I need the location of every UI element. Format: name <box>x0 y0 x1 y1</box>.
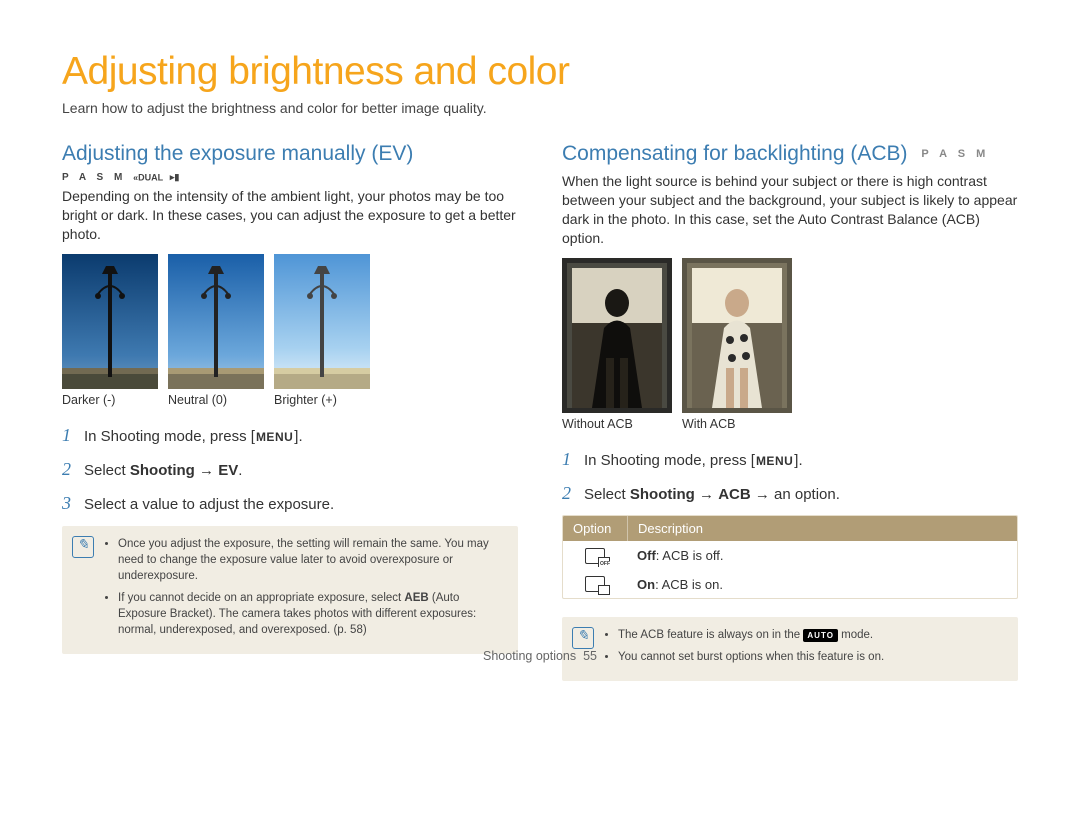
ev-note: ✎ Once you adjust the exposure, the sett… <box>62 526 518 655</box>
note-item: The ACB feature is always on in the AUTO… <box>618 627 884 643</box>
column-acb: Compensating for backlighting (ACB) P A … <box>562 142 1018 681</box>
cell-desc: On: ACB is on. <box>627 571 1017 598</box>
step-text: In Shooting mode, press [MENU]. <box>584 451 803 471</box>
acb-off-icon <box>585 548 605 564</box>
column-ev: Adjusting the exposure manually (EV) P A… <box>62 142 518 681</box>
step-text: Select Shooting → EV. <box>84 461 242 481</box>
acb-image-without: Without ACB <box>562 258 672 431</box>
ev-step-3: 3 Select a value to adjust the exposure. <box>62 491 518 515</box>
caption-neutral: Neutral (0) <box>168 393 264 407</box>
step-text: In Shooting mode, press [MENU]. <box>84 427 303 447</box>
caption-darker: Darker (-) <box>62 393 158 407</box>
ev-step-2: 2 Select Shooting → EV. <box>62 457 518 481</box>
ev-steps: 1 In Shooting mode, press [MENU]. 2 Sele… <box>62 423 518 516</box>
th-description: Description <box>627 516 1017 541</box>
dual-mode-icon: «DUAL <box>133 173 163 183</box>
video-mode-icon: ▸▮ <box>170 172 179 182</box>
acb-options-table: Option Description Off: ACB is off. On: … <box>562 515 1018 599</box>
step-number: 1 <box>62 423 84 447</box>
cell-icon <box>563 541 627 570</box>
step-number: 3 <box>62 491 84 515</box>
acb-on-icon <box>585 576 605 592</box>
th-option: Option <box>563 516 627 541</box>
cell-icon <box>563 570 627 599</box>
caption-without-acb: Without ACB <box>562 417 672 431</box>
ev-modes-text: P A S M <box>62 172 126 183</box>
acb-image-row: Without ACB With ACB <box>562 258 1018 431</box>
note-item: Once you adjust the exposure, the settin… <box>118 536 506 584</box>
two-column-layout: Adjusting the exposure manually (EV) P A… <box>62 142 1018 681</box>
step-number: 1 <box>562 447 584 471</box>
footer-page-number: 55 <box>583 649 597 663</box>
auto-badge: AUTO <box>803 629 838 642</box>
caption-brighter: Brighter (+) <box>274 393 370 407</box>
ev-image-brighter: Brighter (+) <box>274 254 370 407</box>
page-subtitle: Learn how to adjust the brightness and c… <box>62 100 1018 116</box>
ev-image-row: Darker (-) <box>62 254 518 407</box>
acb-body: When the light source is behind your sub… <box>562 172 1018 248</box>
person-photo-with-acb <box>682 258 792 413</box>
ev-heading: Adjusting the exposure manually (EV) <box>62 142 518 166</box>
ev-modes: P A S M «DUAL ▸▮ <box>62 172 518 183</box>
person-photo-without-acb <box>562 258 672 413</box>
menu-label: MENU <box>755 453 794 469</box>
ev-image-neutral: Neutral (0) <box>168 254 264 407</box>
step-text: Select a value to adjust the exposure. <box>84 495 334 515</box>
table-row: On: ACB is on. <box>563 570 1017 599</box>
acb-modes: P A S M <box>921 148 989 160</box>
page-title: Adjusting brightness and color <box>62 50 1018 94</box>
lamp-photo-neutral <box>168 254 264 389</box>
table-header: Option Description <box>563 516 1017 541</box>
acb-image-with: With ACB <box>682 258 792 431</box>
acb-heading: Compensating for backlighting (ACB) P A … <box>562 142 1018 166</box>
caption-with-acb: With ACB <box>682 417 792 431</box>
page: Adjusting brightness and color Learn how… <box>0 0 1080 681</box>
acb-steps: 1 In Shooting mode, press [MENU]. 2 Sele… <box>562 447 1018 506</box>
note-icon: ✎ <box>72 536 94 558</box>
lamp-photo-brighter <box>274 254 370 389</box>
lamp-photo-darker <box>62 254 158 389</box>
table-row: Off: ACB is off. <box>563 541 1017 570</box>
note-icon: ✎ <box>572 627 594 649</box>
cell-desc: Off: ACB is off. <box>627 542 1017 569</box>
acb-step-2: 2 Select Shooting → ACB → an option. <box>562 481 1018 505</box>
ev-note-list: Once you adjust the exposure, the settin… <box>104 536 506 645</box>
ev-body: Depending on the intensity of the ambien… <box>62 187 518 244</box>
acb-step-1: 1 In Shooting mode, press [MENU]. <box>562 447 1018 471</box>
step-number: 2 <box>62 457 84 481</box>
step-number: 2 <box>562 481 584 505</box>
note-item: If you cannot decide on an appropriate e… <box>118 590 506 638</box>
footer-section: Shooting options <box>483 649 576 663</box>
ev-image-darker: Darker (-) <box>62 254 158 407</box>
menu-label: MENU <box>255 429 294 445</box>
step-text: Select Shooting → ACB → an option. <box>584 485 840 505</box>
ev-step-1: 1 In Shooting mode, press [MENU]. <box>62 423 518 447</box>
page-footer: Shooting options 55 <box>0 649 1080 663</box>
